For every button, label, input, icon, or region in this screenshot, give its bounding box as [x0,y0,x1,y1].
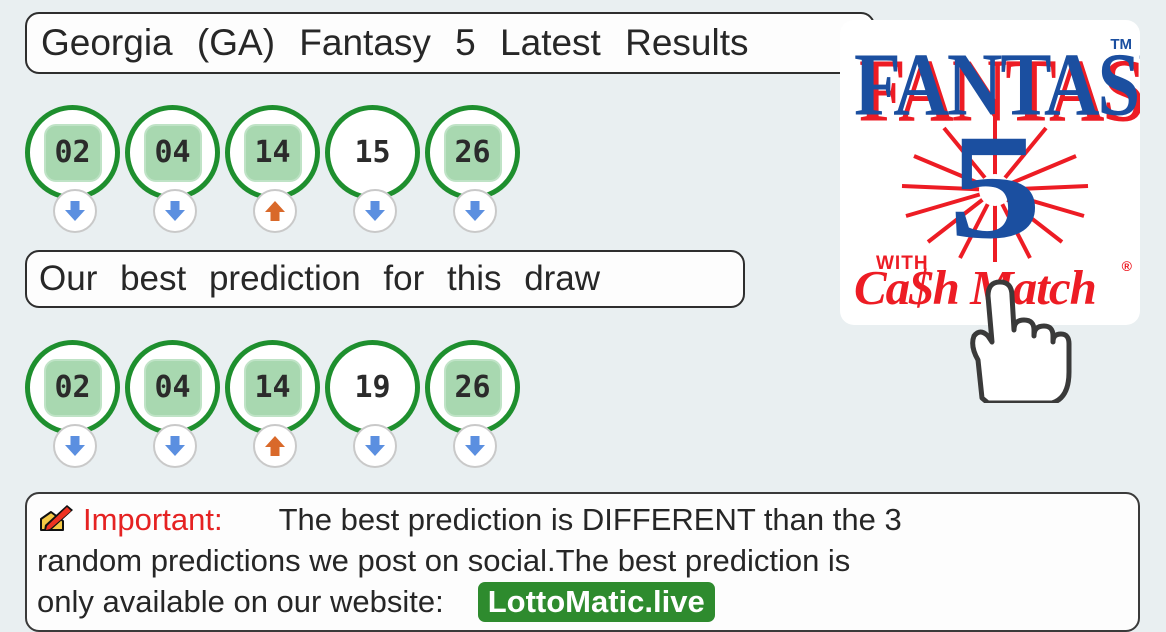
ball-number: 14 [254,135,291,170]
prediction-ball: 19 [325,340,420,435]
trend-down-icon [153,189,197,233]
lottomatic-brand-badge[interactable]: LottoMatic.live [477,582,715,622]
results-title-box: Georgia (GA) Fantasy 5 Latest Results [25,12,875,74]
prediction-ball: 02 [25,340,120,435]
ball-highlight-chip: 04 [143,123,202,182]
latest-result-ball: 02 [25,105,120,200]
big-five-number: 5 [948,104,1042,270]
ball-number: 02 [54,135,91,170]
trend-down-icon [453,424,497,468]
ball-number: 14 [254,370,291,405]
latest-result-ball: 14 [225,105,320,200]
trademark-icon: TM [1110,36,1132,53]
footer-line-2-text: random predictions we post on social.The… [37,543,851,578]
ball-number: 02 [54,370,91,405]
ball-number: 26 [454,135,491,170]
prediction-heading-box: Our best prediction for this draw [25,250,745,308]
footer-line-2: random predictions we post on social.The… [37,540,1128,581]
trend-down-icon [353,189,397,233]
footer-note-box: Important: The best prediction is DIFFER… [25,492,1140,632]
ball-number: 15 [354,135,391,170]
page-root: Georgia (GA) Fantasy 5 Latest Results 02… [0,0,1166,632]
trend-down-icon [353,424,397,468]
ball-highlight-chip: 02 [43,358,102,417]
ball-highlight-chip: 14 [243,358,302,417]
trend-down-icon [453,189,497,233]
trend-down-icon [53,189,97,233]
latest-result-ball: 15 [325,105,420,200]
prediction-ball: 26 [425,340,520,435]
ball-highlight-chip: 26 [443,123,502,182]
ball-number: 04 [154,135,191,170]
footer-line-1: Important: The best prediction is DIFFER… [37,498,1128,540]
big-five-group: 5 [900,112,1090,262]
prediction-ball: 14 [225,340,320,435]
ball-plain-chip: 19 [344,359,402,417]
trend-up-icon [253,424,297,468]
prediction-ball: 04 [125,340,220,435]
footer-line-3-text: only available on our website: [37,584,444,619]
latest-result-ball: 04 [125,105,220,200]
footer-line-1-text: The best prediction is DIFFERENT than th… [278,502,902,537]
cursor-hand-icon [970,279,1072,403]
trend-up-icon [253,189,297,233]
ball-highlight-chip: 14 [243,123,302,182]
latest-result-ball: 26 [425,105,520,200]
ball-highlight-chip: 26 [443,358,502,417]
trend-down-icon [53,424,97,468]
ball-number: 04 [154,370,191,405]
registered-icon: ® [1121,258,1132,274]
footer-line-3: only available on our website: LottoMati… [37,581,1128,622]
prediction-heading: Our best prediction for this draw [39,259,601,298]
ball-highlight-chip: 02 [43,123,102,182]
page-title: Georgia (GA) Fantasy 5 Latest Results [41,22,749,63]
footer-important-label: Important: [83,502,223,537]
ball-highlight-chip: 04 [143,358,202,417]
ball-plain-chip: 15 [344,124,402,182]
ball-number: 19 [354,370,391,405]
trend-down-icon [153,424,197,468]
ball-number: 26 [454,370,491,405]
writing-hand-icon [37,503,77,535]
